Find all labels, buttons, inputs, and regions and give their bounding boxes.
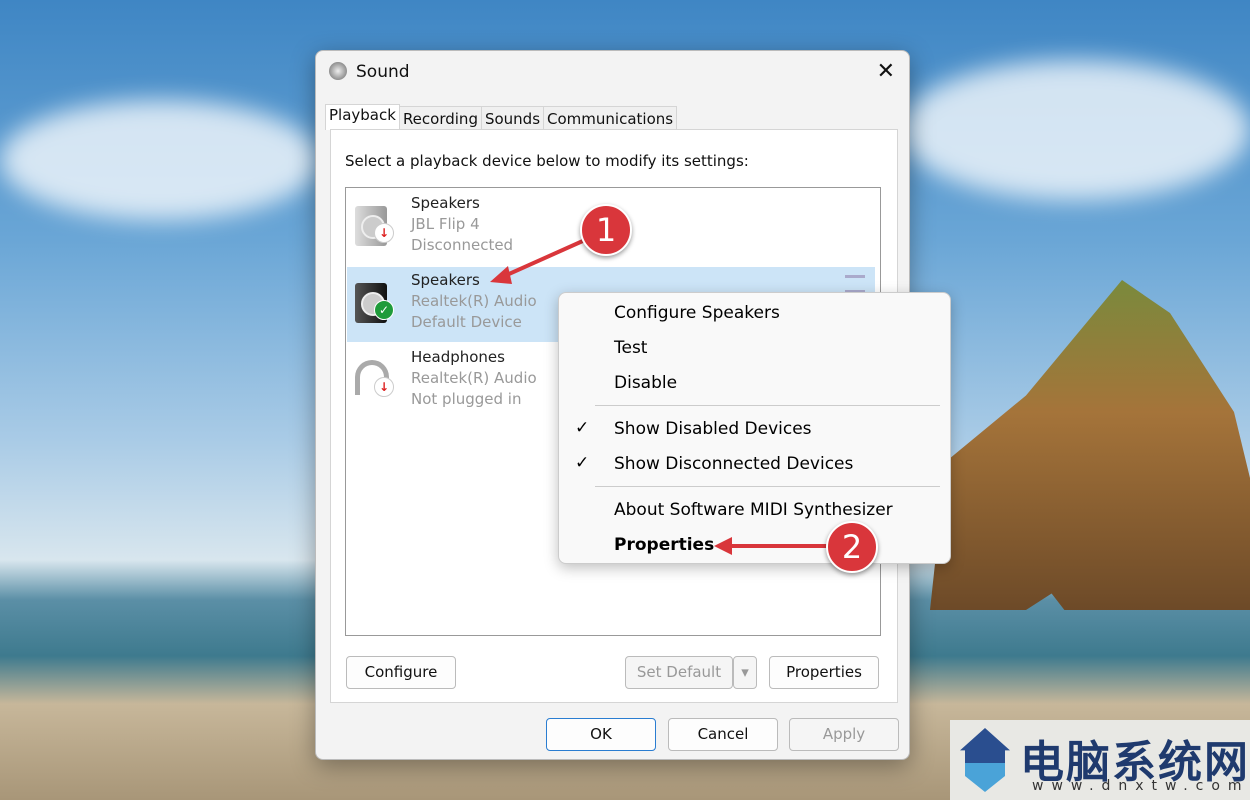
- arrowhead-2: [714, 537, 732, 555]
- watermark-logo: 电脑系统网 www.dnxtw.com: [950, 720, 1250, 800]
- arrow-1: [499, 238, 586, 280]
- house-icon: [960, 728, 1010, 792]
- watermark-url: www.dnxtw.com: [1032, 778, 1250, 794]
- callout-2: 2: [826, 521, 878, 573]
- arrowhead-1: [490, 266, 512, 284]
- callout-1: 1: [580, 204, 632, 256]
- annotation-arrows: [490, 238, 830, 555]
